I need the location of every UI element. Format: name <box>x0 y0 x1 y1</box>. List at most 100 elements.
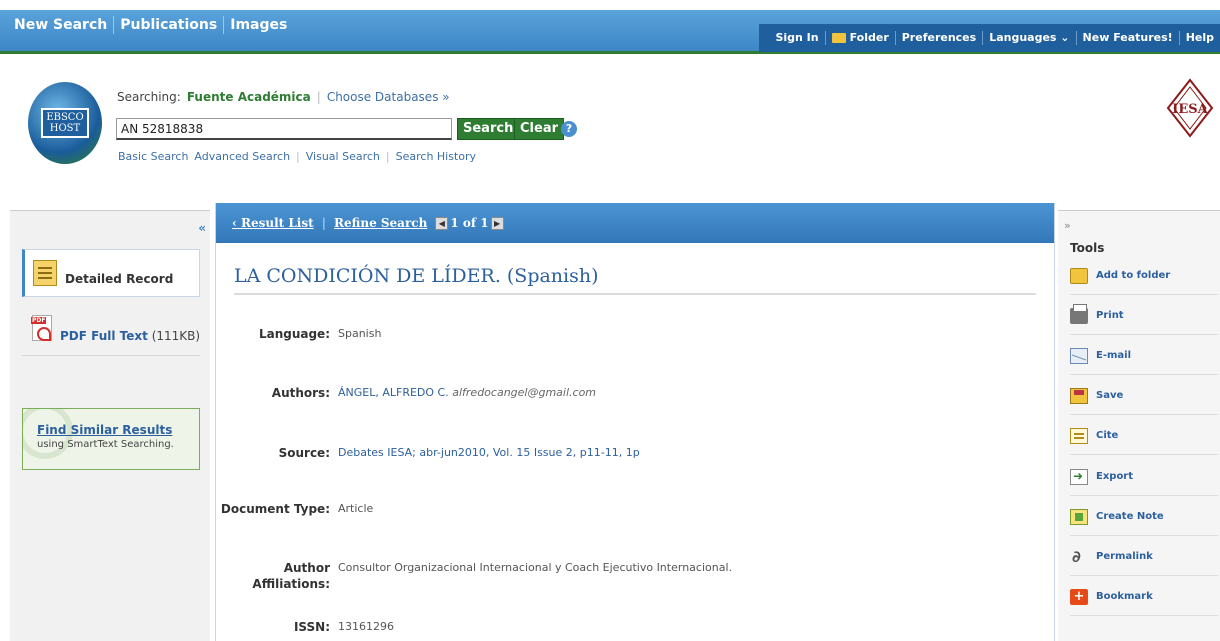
help-icon[interactable]: ? <box>561 121 577 137</box>
permalink-icon <box>1070 547 1088 566</box>
pdf-full-text-link[interactable]: PDF Full Text (111KB) <box>60 329 200 343</box>
field-author-affiliations: Author Affiliations: Consultor Organizac… <box>216 560 1036 592</box>
tool-export[interactable]: Export <box>1070 458 1218 496</box>
author-email: alfredocangel@gmail.com <box>452 386 597 399</box>
result-list-link[interactable]: ‹ Result List <box>232 216 314 230</box>
find-similar-subtitle: using SmartText Searching. <box>37 439 174 450</box>
search-history-link[interactable]: Search History <box>396 150 476 163</box>
primary-nav: New Search Publications Images <box>8 16 293 34</box>
left-sidebar: « Detailed Record PDF Full Text (111KB) … <box>10 210 210 641</box>
field-label: Source: <box>278 446 330 460</box>
refine-search-link[interactable]: Refine Search <box>334 216 427 230</box>
separator: | <box>316 90 321 104</box>
separator: | <box>385 150 390 163</box>
divider <box>22 355 200 356</box>
save-icon <box>1070 387 1088 404</box>
pdf-full-text-item[interactable]: PDF Full Text (111KB) <box>31 315 200 343</box>
new-features-link[interactable]: New Features! <box>1077 31 1180 45</box>
nav-images[interactable]: Images <box>224 16 293 34</box>
tool-create-note[interactable]: Create Note <box>1070 498 1218 536</box>
field-label: Language: <box>258 327 330 341</box>
logo-line-2: HOST <box>49 123 81 134</box>
tool-permalink[interactable]: Permalink <box>1070 538 1218 576</box>
field-label: ISSN: <box>293 620 330 634</box>
detailed-record-item[interactable]: Detailed Record <box>22 249 200 297</box>
field-issn: ISSN: 13161296 <box>216 619 1036 635</box>
record-detail-panel: ‹ Result List | Refine Search ◀ 1 of 1 ▶… <box>215 203 1055 641</box>
divider <box>234 293 1036 295</box>
preferences-link[interactable]: Preferences <box>896 31 984 45</box>
folder-link[interactable]: Folder <box>826 31 896 45</box>
advanced-search-link[interactable]: Advanced Search <box>194 150 290 163</box>
tool-print[interactable]: Print <box>1070 297 1218 335</box>
clear-button[interactable]: Clear <box>514 118 564 140</box>
choose-databases-link[interactable]: Choose Databases » <box>327 90 450 104</box>
field-value: Debates IESA; abr-jun2010, Vol. 15 Issue… <box>338 445 640 461</box>
tools-sidebar: » Tools Add to folder Print E-mail Save … <box>1058 210 1220 641</box>
field-label: Authors: <box>271 386 330 400</box>
utility-nav: Sign In Folder Preferences Languages ⌄ N… <box>759 24 1220 52</box>
ebscohost-logo[interactable]: EBSCO HOST <box>28 82 102 164</box>
bookmark-icon: + <box>1070 588 1088 605</box>
help-link[interactable]: Help <box>1180 31 1220 45</box>
searching-label: Searching: <box>117 90 181 104</box>
tools-heading: Tools <box>1070 241 1105 255</box>
tool-label: Create Note <box>1096 511 1164 522</box>
folder-label: Folder <box>849 31 889 44</box>
tool-add-to-folder[interactable]: Add to folder <box>1070 257 1218 295</box>
languages-dropdown[interactable]: Languages ⌄ <box>983 31 1077 45</box>
visual-search-link[interactable]: Visual Search <box>306 150 380 163</box>
find-similar-box[interactable]: Find Similar Results using SmartText Sea… <box>22 408 200 470</box>
pdf-size: (111KB) <box>151 329 201 343</box>
field-value: Article <box>338 502 374 515</box>
source-link[interactable]: Debates IESA; abr-jun2010, Vol. 15 Issue… <box>338 446 640 459</box>
tool-label: Print <box>1096 310 1124 321</box>
nav-new-search[interactable]: New Search <box>8 16 115 34</box>
note-icon <box>1070 508 1088 525</box>
field-label: Document Type: <box>220 502 330 516</box>
email-icon <box>1070 347 1088 364</box>
result-toolbar: ‹ Result List | Refine Search ◀ 1 of 1 ▶ <box>216 203 1054 243</box>
searching-database-row: Searching: Fuente Académica | Choose Dat… <box>117 90 450 104</box>
tool-label: Save <box>1096 390 1124 401</box>
tool-label: Cite <box>1096 430 1119 441</box>
database-name: Fuente Académica <box>186 90 311 104</box>
detailed-record-label: Detailed Record <box>65 272 174 286</box>
field-language: Language: Spanish <box>216 326 1036 342</box>
tool-bookmark[interactable]: + Bookmark <box>1070 578 1218 616</box>
folder-icon <box>1070 267 1088 284</box>
field-value: Consultor Organizacional Internacional y… <box>338 561 733 574</box>
sign-in-link[interactable]: Sign In <box>769 31 826 45</box>
record-title: LA CONDICIÓN DE LÍDER. (Spanish) <box>234 265 599 287</box>
search-button[interactable]: Search <box>457 118 520 140</box>
collapse-left-icon[interactable]: « <box>198 221 206 235</box>
field-authors: Authors: ÁNGEL, ALFREDO C. alfredocangel… <box>216 385 1036 401</box>
tool-email[interactable]: E-mail <box>1070 337 1218 375</box>
field-document-type: Document Type: Article <box>216 501 1036 517</box>
field-value: Spanish <box>338 327 382 340</box>
pdf-icon <box>31 315 52 341</box>
tool-label: E-mail <box>1096 350 1132 361</box>
next-icon[interactable]: ▶ <box>490 216 504 230</box>
nav-publications[interactable]: Publications <box>114 16 225 34</box>
print-icon <box>1070 303 1088 324</box>
cite-icon <box>1070 427 1088 444</box>
field-value: ÁNGEL, ALFREDO C. alfredocangel@gmail.co… <box>338 385 596 401</box>
pdf-label: PDF Full Text <box>60 329 148 343</box>
search-mode-links: Basic Search Advanced Search | Visual Se… <box>118 150 476 163</box>
top-navigation: New Search Publications Images Sign In F… <box>0 0 1220 56</box>
find-similar-link[interactable]: Find Similar Results <box>37 423 199 437</box>
basic-search-link[interactable]: Basic Search <box>118 150 188 163</box>
pager: ◀ 1 of 1 ▶ <box>435 216 504 230</box>
previous-icon[interactable]: ◀ <box>435 216 449 230</box>
folder-icon <box>831 33 846 43</box>
tool-save[interactable]: Save <box>1070 377 1218 415</box>
tool-cite[interactable]: Cite <box>1070 417 1218 455</box>
collapse-right-icon[interactable]: » <box>1064 219 1071 232</box>
tool-label: Add to folder <box>1096 270 1171 281</box>
iesa-logo: IESA <box>1166 78 1214 138</box>
search-input[interactable] <box>116 118 452 140</box>
author-link[interactable]: ÁNGEL, ALFREDO C. <box>338 386 449 399</box>
separator: | <box>296 150 300 163</box>
logo-line-1: EBSCO <box>46 112 84 123</box>
